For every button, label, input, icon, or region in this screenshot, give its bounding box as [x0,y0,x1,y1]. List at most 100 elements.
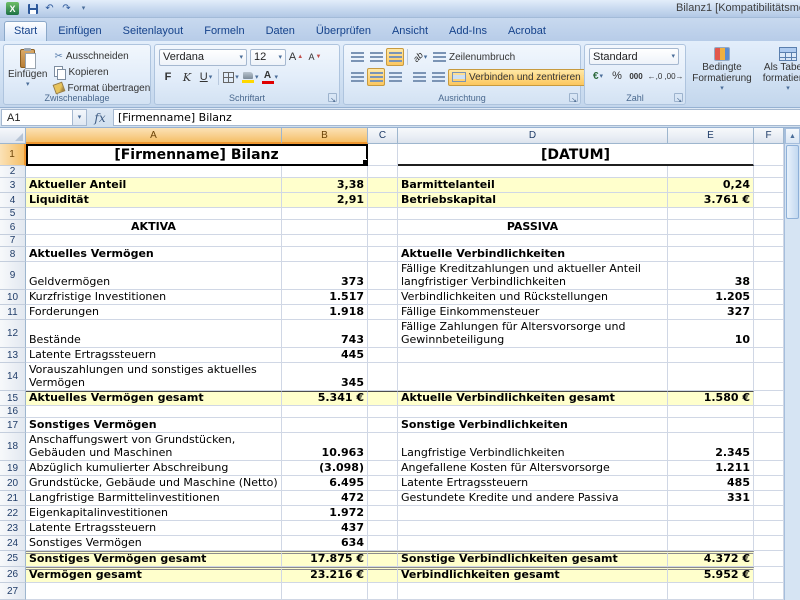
cell-A8[interactable]: Aktuelles Vermögen [26,247,282,262]
cell-A6[interactable]: AKTIVA [26,220,282,235]
cell-F18[interactable] [754,433,784,461]
cell-C23[interactable] [368,521,398,536]
cell-E9[interactable]: 38 [668,262,754,290]
cell-C6[interactable] [368,220,398,235]
cell-E23[interactable] [668,521,754,536]
cell-F6[interactable] [754,220,784,235]
cell-E26[interactable]: 5.952 € [668,567,754,583]
number-format-dropdown-icon[interactable]: ▾ [671,53,675,60]
cell-F13[interactable] [754,348,784,363]
fill-color-dropdown-icon[interactable]: ▾ [255,74,259,81]
cell-E3[interactable]: 0,24 [668,178,754,193]
cell-D25[interactable]: Sonstige Verbindlichkeiten gesamt [398,551,668,567]
align-middle-button[interactable] [367,48,385,66]
decrease-decimal-button[interactable]: ,00→ [665,67,683,85]
cell-E7[interactable] [668,235,754,247]
cell-B24[interactable]: 634 [282,536,368,551]
cell-A4[interactable]: Liquidität [26,193,282,208]
cell-E10[interactable]: 1.205 [668,290,754,305]
scrollbar-thumb[interactable] [786,145,799,219]
cell-C13[interactable] [368,348,398,363]
font-size-dropdown-icon[interactable]: ▾ [278,54,282,61]
cell-C18[interactable] [368,433,398,461]
cell-C17[interactable] [368,418,398,433]
cell-D6[interactable]: PASSIVA [398,220,668,235]
cell-B21[interactable]: 472 [282,491,368,506]
cell-D19[interactable]: Angefallene Kosten für Altersvorsorge [398,461,668,476]
cell-C4[interactable] [368,193,398,208]
cell-F25[interactable] [754,551,784,567]
bold-button[interactable]: F [159,68,177,86]
cell-B23[interactable]: 437 [282,521,368,536]
cell-F1[interactable] [754,144,784,166]
insert-function-button[interactable]: fx [87,108,113,127]
increase-indent-button[interactable] [429,68,447,86]
cell-D24[interactable] [398,536,668,551]
row-header-2[interactable]: 2 [0,166,26,178]
row-header-12[interactable]: 12 [0,320,26,348]
paste-button[interactable]: Einfügen ▾ [8,48,47,96]
cell-A21[interactable]: Langfristige Barmittelinvestitionen [26,491,282,506]
underline-dropdown-icon[interactable]: ▾ [209,74,213,81]
row-header-25[interactable]: 25 [0,551,26,567]
cell-F15[interactable] [754,391,784,406]
cell-E13[interactable] [668,348,754,363]
cell-F7[interactable] [754,235,784,247]
cell-E17[interactable] [668,418,754,433]
cell-E6[interactable] [668,220,754,235]
font-name-dropdown-icon[interactable]: ▾ [239,54,243,61]
cell-B17[interactable] [282,418,368,433]
cell-A17[interactable]: Sonstiges Vermögen [26,418,282,433]
row-header-23[interactable]: 23 [0,521,26,536]
cell-F10[interactable] [754,290,784,305]
row-header-17[interactable]: 17 [0,418,26,433]
cell-B9[interactable]: 373 [282,262,368,290]
cell-D16[interactable] [398,406,668,418]
cell-A20[interactable]: Grundstücke, Gebäude und Maschine (Netto… [26,476,282,491]
cell-D18[interactable]: Langfristige Verbindlichkeiten [398,433,668,461]
cell-B5[interactable] [282,208,368,220]
column-header-D[interactable]: D [398,128,668,144]
cell-A16[interactable] [26,406,282,418]
row-header-9[interactable]: 9 [0,262,26,290]
format-as-table-dropdown-icon[interactable]: ▾ [786,85,790,92]
name-box-dropdown-icon[interactable]: ▾ [73,109,87,126]
row-header-3[interactable]: 3 [0,178,26,193]
cell-E22[interactable] [668,506,754,521]
cell-A22[interactable]: Eigenkapitalinvestitionen [26,506,282,521]
cell-A12[interactable]: Bestände [26,320,282,348]
cell-F4[interactable] [754,193,784,208]
font-color-dropdown-icon[interactable]: ▾ [275,74,279,81]
cell-C14[interactable] [368,363,398,391]
cell-F8[interactable] [754,247,784,262]
cell-B20[interactable]: 6.495 [282,476,368,491]
tab-formeln[interactable]: Formeln [194,21,254,41]
column-header-F[interactable]: F [754,128,784,144]
cell-A19[interactable]: Abzüglich kumulierter Abschreibung [26,461,282,476]
cell-F26[interactable] [754,567,784,583]
cell-F14[interactable] [754,363,784,391]
alignment-dialog-launcher[interactable] [569,93,578,102]
cell-E19[interactable]: 1.211 [668,461,754,476]
row-header-21[interactable]: 21 [0,491,26,506]
paste-dropdown-icon[interactable]: ▾ [26,81,30,88]
redo-button[interactable]: ↷ [59,2,74,16]
format-as-table-button[interactable]: Als Tabelle formatieren▾ [755,46,800,92]
cell-D7[interactable] [398,235,668,247]
cell-A2[interactable] [26,166,282,178]
percent-format-button[interactable]: % [608,67,626,85]
row-header-27[interactable]: 27 [0,583,26,600]
cell-D11[interactable]: Fällige Einkommensteuer [398,305,668,320]
conditional-formatting-dropdown-icon[interactable]: ▾ [720,85,724,92]
name-box[interactable]: A1 [1,109,73,126]
cell-C16[interactable] [368,406,398,418]
vertical-scrollbar[interactable]: ▲ [784,128,800,600]
cell-D5[interactable] [398,208,668,220]
row-header-4[interactable]: 4 [0,193,26,208]
cell-A7[interactable] [26,235,282,247]
cell-B27[interactable] [282,583,368,600]
row-header-8[interactable]: 8 [0,247,26,262]
align-top-button[interactable] [348,48,366,66]
cell-B15[interactable]: 5.341 € [282,391,368,406]
number-dialog-launcher[interactable] [674,93,683,102]
